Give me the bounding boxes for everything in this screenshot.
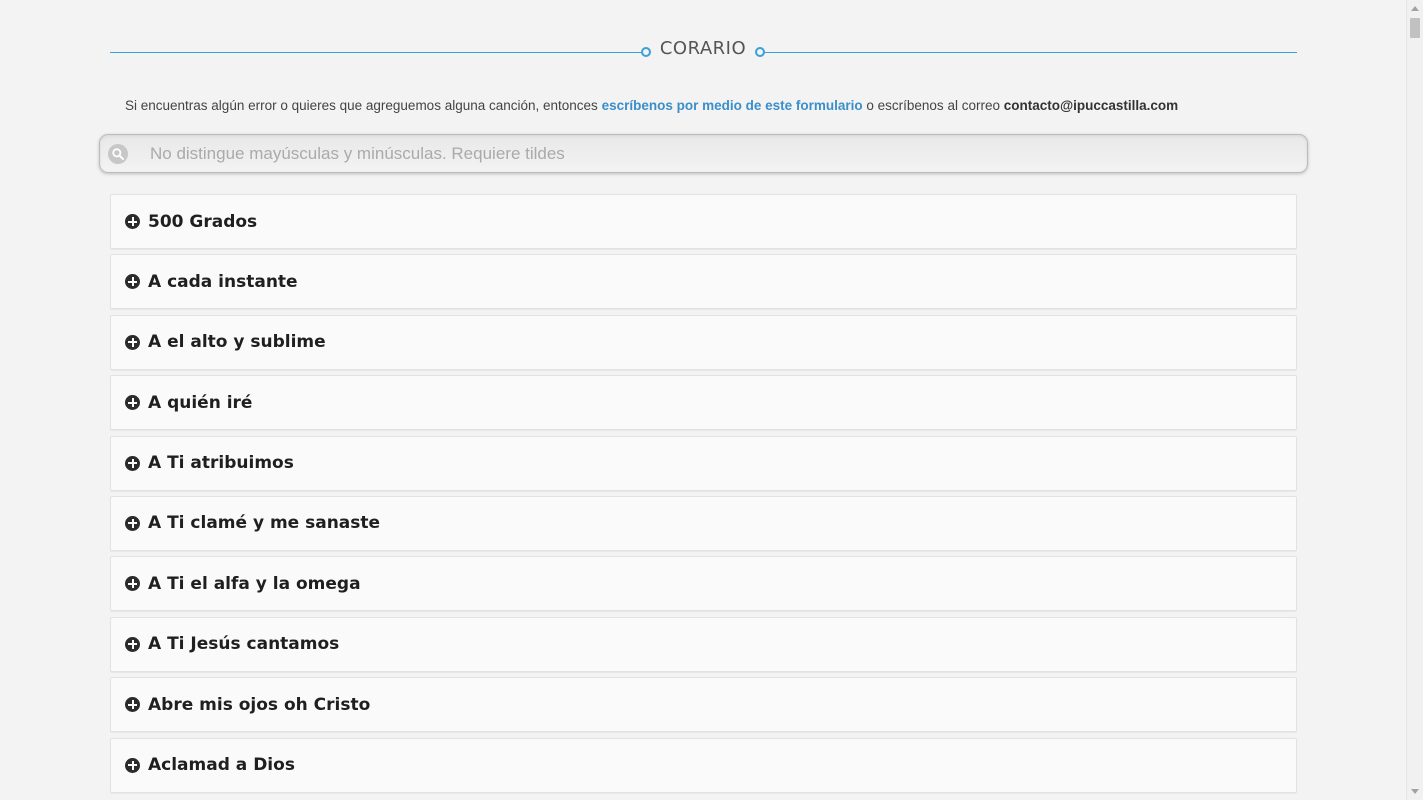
plus-circle-icon — [125, 395, 140, 411]
search-input[interactable] — [150, 135, 1300, 172]
plus-circle-icon — [125, 697, 140, 713]
song-title: A Ti clamé y me sanaste — [148, 513, 381, 534]
search-icon — [108, 144, 128, 164]
plus-circle-icon — [125, 214, 140, 229]
plus-circle-icon — [125, 334, 140, 350]
song-item[interactable]: A Ti Jesús cantamos — [110, 616, 1297, 672]
song-item[interactable]: Abre mis ojos oh Cristo — [110, 677, 1297, 733]
song-title: A Ti Jesús cantamos — [148, 634, 340, 655]
song-item[interactable]: A Ti clamé y me sanaste — [110, 495, 1297, 551]
song-item[interactable]: 500 Grados — [110, 194, 1297, 249]
intro-text-middle: o escríbenos al correo — [862, 98, 1004, 113]
scroll-down-arrow-icon[interactable] — [1411, 789, 1419, 794]
song-title: A el alto y sublime — [148, 332, 326, 353]
scrollbar-thumb[interactable] — [1410, 18, 1420, 38]
plus-circle-icon — [125, 576, 140, 592]
search-box — [99, 134, 1308, 173]
header-line-right — [764, 52, 1297, 53]
plus-circle-icon — [125, 757, 140, 773]
song-title: A Ti atribuimos — [148, 453, 294, 474]
song-title: Abre mis ojos oh Cristo — [148, 694, 371, 715]
page: CORARIO Si encuentras algún error o quie… — [0, 0, 1423, 800]
song-title: A cada instante — [148, 271, 298, 292]
song-item[interactable]: A quién iré — [110, 375, 1297, 431]
plus-circle-icon — [125, 274, 140, 290]
intro-text: Si encuentras algún error o quieres que … — [110, 96, 1297, 116]
feedback-form-link[interactable]: escríbenos por medio de este formulario — [602, 98, 863, 113]
song-item[interactable]: A Ti el alfa y la omega — [110, 556, 1297, 612]
song-item[interactable]: A cada instante — [110, 254, 1297, 310]
plus-circle-icon — [125, 455, 140, 471]
song-list: 500 Grados A cada instante A el alto y s… — [110, 194, 1297, 793]
header-line-left — [110, 52, 642, 53]
plus-circle-icon — [125, 515, 140, 531]
contact-email: contacto@ipuccastilla.com — [1003, 98, 1179, 113]
plus-circle-icon — [125, 636, 140, 652]
intro-text-before: Si encuentras algún error o quieres que … — [125, 98, 602, 113]
page-header: CORARIO — [110, 26, 1297, 78]
song-item[interactable]: A Ti atribuimos — [110, 435, 1297, 491]
song-title: A Ti el alfa y la omega — [148, 573, 361, 594]
main-content: CORARIO Si encuentras algún error o quie… — [99, 0, 1308, 798]
song-title: 500 Grados — [148, 211, 258, 232]
song-item[interactable]: A el alto y sublime — [110, 314, 1297, 370]
page-title: CORARIO — [659, 38, 747, 59]
song-item[interactable]: Aclamad a Dios — [110, 737, 1297, 793]
song-title: A quién iré — [148, 392, 253, 413]
vertical-scrollbar[interactable] — [1406, 0, 1423, 800]
song-title: Aclamad a Dios — [148, 755, 295, 776]
scroll-up-arrow-icon[interactable] — [1411, 6, 1419, 11]
